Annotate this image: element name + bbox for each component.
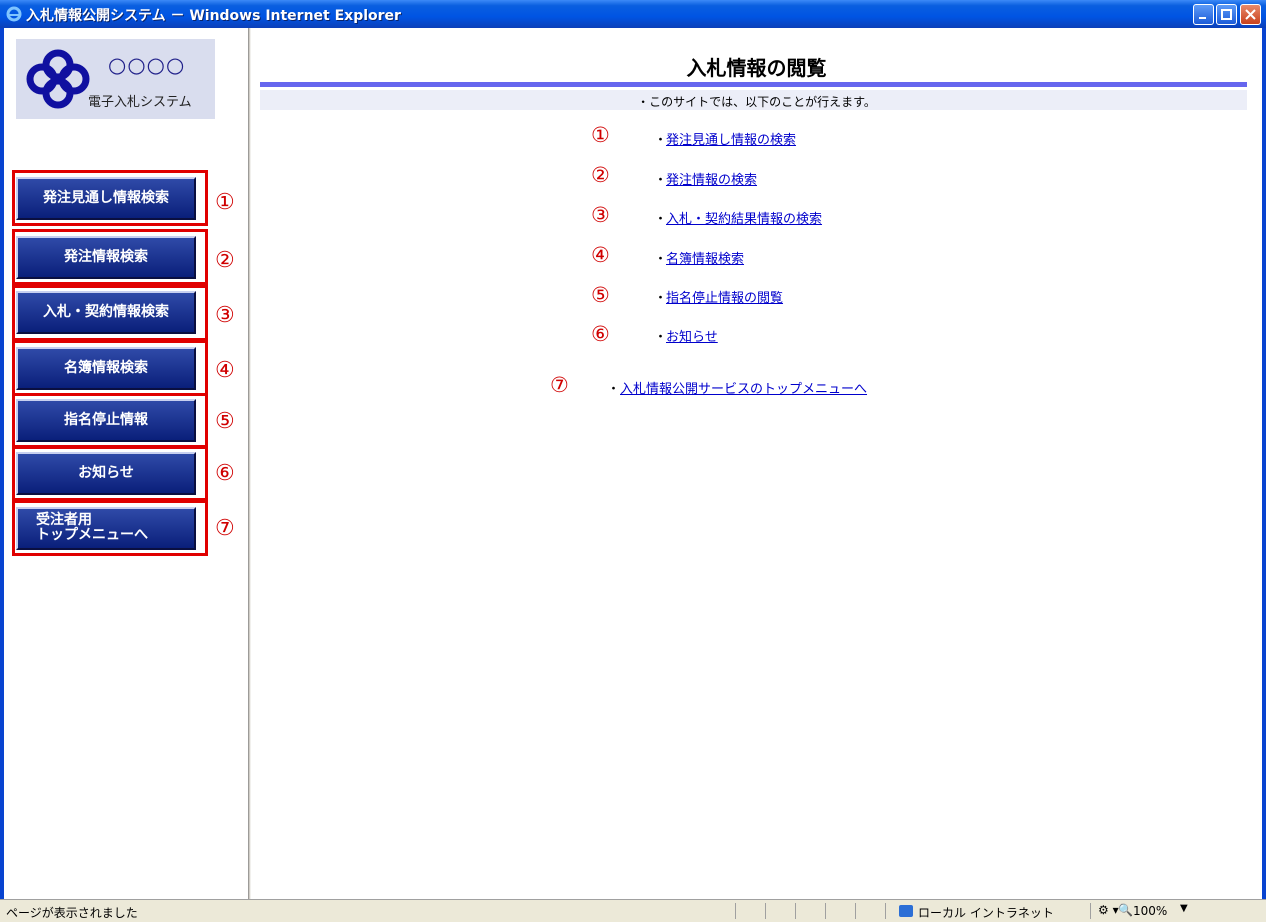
window-frame-right [1262,28,1266,899]
nav-button-order-forecast[interactable]: 発注見通し情報検索 [16,177,196,220]
status-divider [825,903,826,919]
nav-number: ⑥ [215,461,235,486]
status-divider [1090,903,1091,919]
menu-link-bid-contract[interactable]: 入札・契約結果情報の検索 [666,208,822,227]
close-button[interactable] [1240,4,1261,25]
zoom-level[interactable]: 100% [1133,904,1167,918]
menu-bullet: ・ [607,382,621,397]
menu-link-registry[interactable]: 名簿情報検索 [666,248,744,267]
intranet-zone-icon [899,905,913,917]
nav-button-bid-contract[interactable]: 入札・契約情報検索 [16,291,196,334]
nav-number: ⑤ [215,409,235,434]
nav-button-order-info[interactable]: 発注情報検索 [16,236,196,279]
nav-number: ② [215,248,235,273]
status-divider [885,903,886,919]
menu-link-top-menu[interactable]: 入札情報公開サービスのトップメニューへ [620,378,867,397]
maximize-button[interactable] [1216,4,1237,25]
maximize-icon [1221,9,1232,20]
protected-mode-icon[interactable]: ⚙ ▾ [1098,903,1119,917]
page-title: 入札情報の閲覧 [686,56,827,80]
status-divider [765,903,766,919]
close-icon [1245,9,1256,20]
window-title-bar[interactable]: 入札情報公開システム － Windows Internet Explorer [0,0,1266,28]
nav-number: ③ [215,303,235,328]
intro-text: ・このサイトでは、以下のことが行えます。 [637,95,876,109]
menu-link-order-forecast[interactable]: 発注見通し情報の検索 [666,129,796,148]
menu-number: ⑦ [550,373,569,397]
menu-number: ③ [591,203,610,227]
window-title: 入札情報公開システム － Windows Internet Explorer [26,8,401,24]
menu-number: ⑤ [591,283,610,307]
status-divider [795,903,796,919]
logo-org-name: ○○○○ [108,53,186,77]
nav-button-top-menu-line1: 受注者用 [36,512,92,528]
menu-number: ① [591,123,610,147]
nav-number: ⑦ [215,516,235,541]
logo-system-name: 電子入札システム [88,95,192,110]
ie-logo-icon [6,6,22,22]
menu-link-notices[interactable]: お知らせ [666,326,718,345]
menu-link-order-info[interactable]: 発注情報の検索 [666,169,757,188]
nav-number: ① [215,190,235,215]
status-bar: ページが表示されました ローカル イントラネット ⚙ ▾ 🔍 100% ▼ [0,899,1266,922]
status-divider [855,903,856,919]
main-content: 入札情報の閲覧 ・このサイトでは、以下のことが行えます。 ① ・ 発注見通し情報… [251,28,1262,899]
logo: ○○○○ 電子入札システム [16,39,215,119]
nav-button-registry[interactable]: 名簿情報検索 [16,347,196,390]
nav-button-top-menu-line2: トップメニューへ [36,527,148,543]
minimize-button[interactable] [1193,4,1214,25]
nav-button-suspension[interactable]: 指名停止情報 [16,399,196,442]
nav-button-top-menu[interactable]: 受注者用 トップメニューへ [16,507,196,550]
zoom-icon[interactable]: 🔍 [1118,903,1133,917]
menu-link-suspension[interactable]: 指名停止情報の閲覧 [666,287,783,306]
security-zone: ローカル イントラネット [918,906,1054,920]
menu-number: ② [591,163,610,187]
menu-number: ⑥ [591,322,610,346]
nav-button-notices[interactable]: お知らせ [16,452,196,495]
zoom-dropdown-icon[interactable]: ▼ [1180,903,1188,914]
minimize-icon [1199,17,1206,19]
title-rule [260,82,1247,87]
status-divider [735,903,736,919]
menu-number: ④ [591,243,610,267]
status-text: ページが表示されました [6,906,138,920]
nav-number: ④ [215,358,235,383]
emblem-icon [26,49,90,109]
